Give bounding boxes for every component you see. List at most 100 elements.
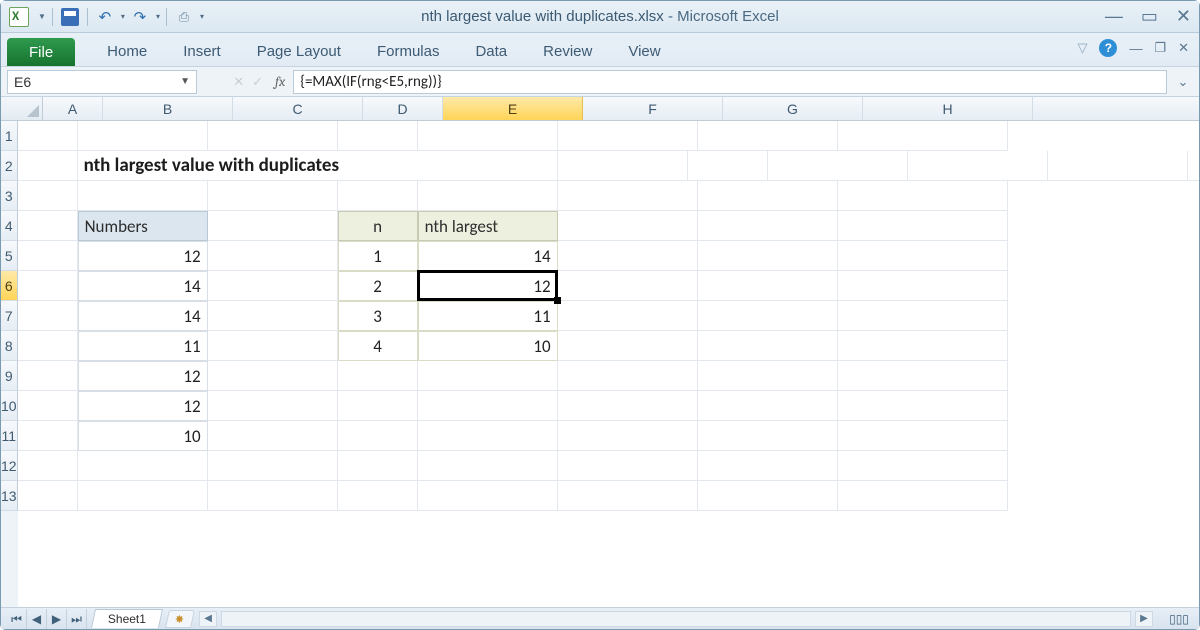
row-header-3[interactable]: 3	[1, 181, 18, 211]
formula-bar-expand-button[interactable]: ⌄	[1173, 74, 1193, 90]
cell-E9[interactable]	[418, 361, 558, 391]
hscroll-left-button[interactable]: ◀	[199, 611, 217, 627]
sheet-nav-next[interactable]: ▶	[47, 609, 67, 629]
cell-D2[interactable]	[688, 151, 768, 181]
ribbon-minimize-icon[interactable]: ▽	[1077, 40, 1087, 56]
cell-G1[interactable]	[698, 121, 838, 151]
cell-E6[interactable]: 12	[418, 271, 558, 301]
cell-B9[interactable]: 12	[78, 361, 208, 391]
cell-G10[interactable]	[698, 391, 838, 421]
cell-G12[interactable]	[698, 451, 838, 481]
cell-D9[interactable]	[338, 361, 418, 391]
cell-F12[interactable]	[558, 451, 698, 481]
cell-A7[interactable]	[18, 301, 78, 331]
cell-B13[interactable]	[78, 481, 208, 511]
cell-B12[interactable]	[78, 451, 208, 481]
cell-E2[interactable]	[768, 151, 908, 181]
col-header-E[interactable]: E	[443, 97, 583, 120]
cell-G11[interactable]	[698, 421, 838, 451]
cell-E8[interactable]: 10	[418, 331, 558, 361]
cell-C3[interactable]	[208, 181, 338, 211]
cell-C4[interactable]	[208, 211, 338, 241]
undo-dropdown[interactable]: ▾	[121, 12, 125, 21]
row-header-10[interactable]: 10	[1, 391, 18, 421]
cell-F7[interactable]	[558, 301, 698, 331]
cell-F6[interactable]	[558, 271, 698, 301]
row-header-7[interactable]: 7	[1, 301, 18, 331]
fx-button[interactable]: fx	[275, 73, 285, 90]
cell-A10[interactable]	[18, 391, 78, 421]
workbook-restore-button[interactable]: ❐	[1154, 40, 1166, 56]
cell-G9[interactable]	[698, 361, 838, 391]
cell-D12[interactable]	[338, 451, 418, 481]
row-header-4[interactable]: 4	[1, 211, 18, 241]
cell-B7[interactable]: 14	[78, 301, 208, 331]
cell-E11[interactable]	[418, 421, 558, 451]
cell-A11[interactable]	[18, 421, 78, 451]
cell-G13[interactable]	[698, 481, 838, 511]
cell-B5[interactable]: 12	[78, 241, 208, 271]
cell-A6[interactable]	[18, 271, 78, 301]
col-header-F[interactable]: F	[583, 97, 723, 120]
cell-H9[interactable]	[838, 361, 1008, 391]
cell-E7[interactable]: 11	[418, 301, 558, 331]
col-header-C[interactable]: C	[233, 97, 363, 120]
cell-E12[interactable]	[418, 451, 558, 481]
cell-G6[interactable]	[698, 271, 838, 301]
cell-C1[interactable]	[208, 121, 338, 151]
cell-F11[interactable]	[558, 421, 698, 451]
undo-button[interactable]: ↶	[94, 6, 116, 28]
cell-D10[interactable]	[338, 391, 418, 421]
cell-D1[interactable]	[338, 121, 418, 151]
horizontal-scrollbar[interactable]: ◀ ▶	[199, 611, 1153, 627]
qat-app-dropdown[interactable]: ▼	[38, 12, 46, 21]
row-header-11[interactable]: 11	[1, 421, 18, 451]
cell-H8[interactable]	[838, 331, 1008, 361]
cell-B2[interactable]: nth largest value with duplicates	[78, 151, 558, 181]
hscroll-right-button[interactable]: ▶	[1135, 611, 1153, 627]
cell-F1[interactable]	[558, 121, 698, 151]
cell-C10[interactable]	[208, 391, 338, 421]
cell-C13[interactable]	[208, 481, 338, 511]
cell-A1[interactable]	[18, 121, 78, 151]
cell-A4[interactable]	[18, 211, 78, 241]
row-header-1[interactable]: 1	[1, 121, 18, 151]
cell-D11[interactable]	[338, 421, 418, 451]
cell-H1[interactable]	[838, 121, 1008, 151]
cell-C2[interactable]	[558, 151, 688, 181]
row-header-2[interactable]: 2	[1, 151, 18, 181]
cell-A3[interactable]	[18, 181, 78, 211]
tab-data[interactable]: Data	[457, 38, 525, 66]
cell-E3[interactable]	[418, 181, 558, 211]
select-all-button[interactable]	[1, 97, 43, 120]
cell-H11[interactable]	[838, 421, 1008, 451]
cell-D5[interactable]: 1	[338, 241, 418, 271]
view-shortcut-normal[interactable]: ▯▯▯	[1159, 612, 1199, 626]
cell-B3[interactable]	[78, 181, 208, 211]
cell-D4[interactable]: n	[338, 211, 418, 241]
tab-page-layout[interactable]: Page Layout	[239, 38, 359, 66]
cell-F2[interactable]	[908, 151, 1048, 181]
fill-handle[interactable]	[554, 297, 561, 304]
cell-H2[interactable]	[1188, 151, 1199, 181]
cell-C8[interactable]	[208, 331, 338, 361]
cell-D3[interactable]	[338, 181, 418, 211]
cell-B8[interactable]: 11	[78, 331, 208, 361]
cell-E5[interactable]: 14	[418, 241, 558, 271]
cell-C6[interactable]	[208, 271, 338, 301]
excel-app-icon[interactable]	[9, 7, 29, 27]
col-header-G[interactable]: G	[723, 97, 863, 120]
new-sheet-button[interactable]: ✸	[165, 610, 195, 628]
sheet-nav-first[interactable]: ⏮	[7, 609, 27, 629]
sheet-nav-prev[interactable]: ◀	[27, 609, 47, 629]
cell-A2[interactable]	[18, 151, 78, 181]
cell-G7[interactable]	[698, 301, 838, 331]
tab-insert[interactable]: Insert	[165, 38, 239, 66]
cell-A13[interactable]	[18, 481, 78, 511]
col-header-H[interactable]: H	[863, 97, 1033, 120]
cell-C7[interactable]	[208, 301, 338, 331]
cell-H12[interactable]	[838, 451, 1008, 481]
cell-G2[interactable]	[1048, 151, 1188, 181]
cell-H5[interactable]	[838, 241, 1008, 271]
cell-H3[interactable]	[838, 181, 1008, 211]
